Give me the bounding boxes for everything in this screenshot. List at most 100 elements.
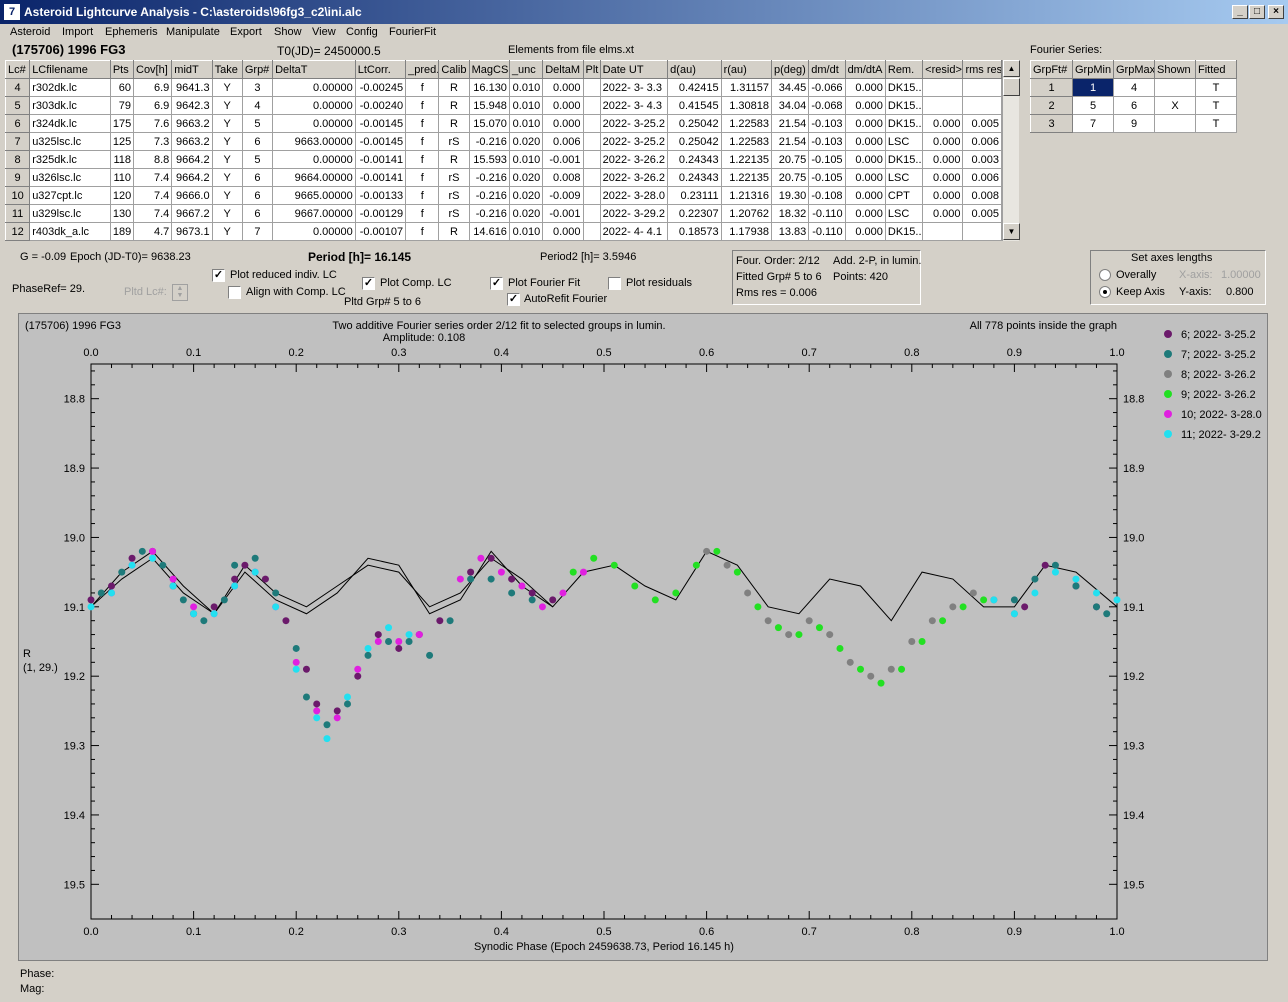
table-cell[interactable]: -0.105 <box>808 168 846 187</box>
table-cell[interactable]: DK15.. <box>884 150 924 169</box>
column-header[interactable]: Rem. <box>884 60 924 79</box>
table-cell[interactable]: 0.000 <box>922 168 964 187</box>
minimize-icon[interactable]: _ <box>1232 5 1248 19</box>
fourier-column-header[interactable]: Shown <box>1154 60 1196 79</box>
column-header[interactable]: r(au) <box>720 60 772 79</box>
table-row[interactable]: 4 r302dk.lc 60 6.9 9641.3 Y 3 0.00000 -0.00245 f R… <box>4 78 1002 97</box>
row-header[interactable]: 6 <box>4 114 31 133</box>
table-cell[interactable] <box>962 222 1002 241</box>
column-header[interactable]: dm/dtA <box>844 60 886 79</box>
menu-view[interactable]: View <box>312 26 336 38</box>
table-cell[interactable]: r302dk.lc <box>29 78 111 97</box>
fourier-row[interactable]: 379 T <box>1030 114 1237 133</box>
fourier-row[interactable]: 114T <box>1030 78 1237 97</box>
table-cell[interactable]: 0.000 <box>844 114 886 133</box>
table-cell[interactable]: Y <box>211 204 243 223</box>
table-cell[interactable]: 20.75 <box>770 150 810 169</box>
maximize-icon[interactable]: □ <box>1249 5 1265 19</box>
table-cell[interactable]: 0.000 <box>922 204 964 223</box>
autorefit-checkbox[interactable]: ✓ <box>507 293 520 306</box>
table-cell[interactable]: u326lsc.lc <box>29 168 111 187</box>
table-cell[interactable]: 34.04 <box>770 96 810 115</box>
table-cell[interactable]: DK15.. <box>884 78 924 97</box>
table-cell[interactable]: r403dk_a.lc <box>29 222 111 241</box>
table-cell[interactable]: R <box>438 150 470 169</box>
column-header[interactable]: Lc# <box>4 60 31 79</box>
table-cell[interactable]: 1.22583 <box>720 132 772 151</box>
table-cell[interactable]: 0.020 <box>508 168 544 187</box>
table-cell[interactable]: 9664.00000 <box>272 168 356 187</box>
table-row[interactable]: 9 u326lsc.lc 110 7.4 9664.2 Y 6 9664.00000 -0.00… <box>4 168 1002 187</box>
plot-residuals-checkbox[interactable] <box>608 277 621 290</box>
table-cell[interactable]: 120 <box>109 186 135 205</box>
table-cell[interactable]: 0.005 <box>962 204 1002 223</box>
column-header[interactable]: DeltaM <box>542 60 584 79</box>
table-cell[interactable]: Y <box>211 186 243 205</box>
table-cell[interactable]: 0.000 <box>922 186 964 205</box>
menu-show[interactable]: Show <box>274 26 302 38</box>
table-cell[interactable]: 0.18573 <box>667 222 722 241</box>
column-header[interactable]: Take <box>211 60 243 79</box>
table-cell[interactable]: 5 <box>241 150 274 169</box>
column-header[interactable]: _unc <box>508 60 544 79</box>
table-cell[interactable]: 0.41545 <box>667 96 722 115</box>
table-row[interactable]: 10 u327cpt.lc 120 7.4 9666.0 Y 6 9665.00000 -0.0… <box>4 186 1002 205</box>
table-cell[interactable]: 0.000 <box>844 168 886 187</box>
table-cell[interactable]: -0.00240 <box>354 96 407 115</box>
plot-svg[interactable]: 0.0 0.0 0.1 0.1 0.2 0.2 0.3 0.3 0.4 0.4 0.5 0.5 0.6 0… <box>19 314 1267 960</box>
column-header[interactable]: LCfilename <box>29 60 111 79</box>
close-icon[interactable]: × <box>1268 5 1284 19</box>
row-header[interactable]: 10 <box>4 186 31 205</box>
table-cell[interactable]: -0.00133 <box>354 186 407 205</box>
table-cell[interactable]: 15.070 <box>468 114 510 133</box>
table-cell[interactable]: 125 <box>109 132 135 151</box>
table-row[interactable]: 7 u325lsc.lc 125 7.3 9663.2 Y 6 9663.00000 -0.00… <box>4 132 1002 151</box>
table-cell[interactable]: 0.008 <box>962 186 1002 205</box>
table-cell[interactable]: -0.00145 <box>354 132 407 151</box>
column-header[interactable]: DeltaT <box>272 60 356 79</box>
table-cell[interactable]: f <box>405 150 440 169</box>
table-row[interactable]: 6 r324dk.lc 175 7.6 9663.2 Y 5 0.00000 -0.00145 f… <box>4 114 1002 133</box>
table-cell[interactable]: 60 <box>109 78 135 97</box>
scroll-up-icon[interactable]: ▲ <box>1003 60 1020 77</box>
table-cell[interactable]: 175 <box>109 114 135 133</box>
table-cell[interactable]: 0.00000 <box>272 114 356 133</box>
table-cell[interactable]: 34.45 <box>770 78 810 97</box>
table-cell[interactable]: 0.010 <box>508 222 544 241</box>
table-cell[interactable]: Y <box>211 96 243 115</box>
table-cell[interactable]: -0.00141 <box>354 168 407 187</box>
column-header[interactable]: p(deg) <box>770 60 810 79</box>
table-cell[interactable]: 2022- 3-28.0 <box>599 186 669 205</box>
table-cell[interactable]: 0.000 <box>542 96 584 115</box>
table-cell[interactable]: 21.54 <box>770 132 810 151</box>
fourier-cell[interactable]: 9 <box>1113 114 1155 133</box>
table-cell[interactable]: 18.32 <box>770 204 810 223</box>
table-cell[interactable]: 6 <box>241 204 274 223</box>
table-cell[interactable]: f <box>405 168 440 187</box>
column-header[interactable]: Calib <box>438 60 470 79</box>
table-cell[interactable]: f <box>405 222 440 241</box>
table-cell[interactable]: 0.22307 <box>667 204 722 223</box>
table-cell[interactable] <box>922 78 964 97</box>
table-cell[interactable]: f <box>405 186 440 205</box>
table-cell[interactable]: 7.4 <box>132 186 173 205</box>
table-cell[interactable] <box>962 96 1002 115</box>
table-cell[interactable]: 79 <box>109 96 135 115</box>
column-header[interactable]: Cov[h] <box>132 60 173 79</box>
table-cell[interactable]: 0.000 <box>844 78 886 97</box>
table-cell[interactable]: -0.009 <box>542 186 584 205</box>
row-header[interactable]: 8 <box>4 150 31 169</box>
keep-axis-radio[interactable] <box>1099 286 1111 298</box>
table-cell[interactable]: 0.00000 <box>272 150 356 169</box>
table-cell[interactable]: 0.006 <box>962 168 1002 187</box>
table-cell[interactable]: 0.42415 <box>667 78 722 97</box>
table-cell[interactable]: 7.4 <box>132 204 173 223</box>
table-cell[interactable]: -0.00107 <box>354 222 407 241</box>
table-cell[interactable]: Y <box>211 114 243 133</box>
column-header[interactable]: midT <box>171 60 213 79</box>
table-cell[interactable]: R <box>438 222 470 241</box>
table-cell[interactable]: -0.00145 <box>354 114 407 133</box>
table-cell[interactable]: f <box>405 204 440 223</box>
table-cell[interactable] <box>582 78 601 97</box>
table-cell[interactable]: 0.000 <box>844 204 886 223</box>
